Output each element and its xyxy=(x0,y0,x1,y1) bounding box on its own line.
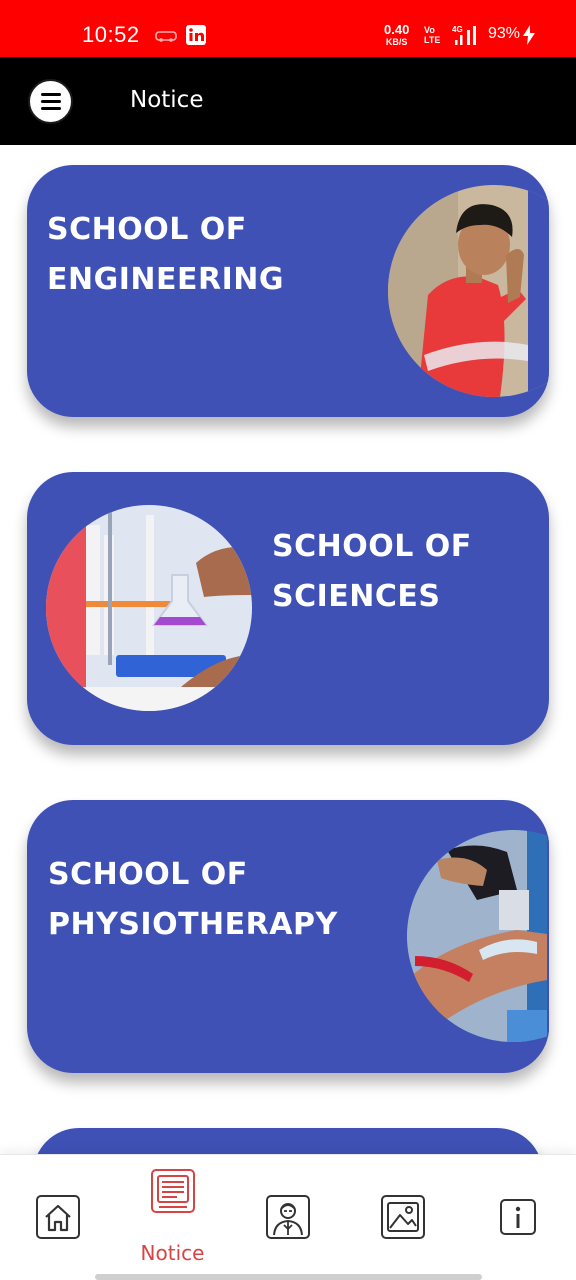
network-type: 4G xyxy=(452,25,463,34)
faculty-icon xyxy=(266,1195,310,1243)
linkedin-icon xyxy=(186,25,206,49)
nav-item-home[interactable] xyxy=(0,1155,115,1280)
network-speed: 0.40 KB/S xyxy=(384,22,410,47)
nav-item-info[interactable] xyxy=(460,1155,575,1280)
bottom-navigation: Notice xyxy=(0,1154,576,1280)
physiotherapy-photo xyxy=(407,830,549,1042)
nav-label-notice: Notice xyxy=(140,1241,205,1265)
volte-indicator: Vo LTE xyxy=(424,25,441,45)
status-bar: 10:52 0.40 KB/S Vo LTE 4G 93% xyxy=(0,0,576,57)
nav-item-notice[interactable]: Notice xyxy=(115,1155,230,1280)
home-icon xyxy=(36,1195,80,1243)
charging-icon xyxy=(523,25,535,49)
notice-board-icon xyxy=(151,1169,195,1217)
car-icon xyxy=(155,28,177,47)
school-card-engineering[interactable]: SCHOOL OF ENGINEERING xyxy=(27,165,549,417)
engineering-photo xyxy=(388,185,549,397)
card-title: SCHOOL OF ENGINEERING xyxy=(47,212,284,297)
battery-level: 93% xyxy=(488,25,521,42)
school-card-sciences[interactable]: SCHOOL OF SCIENCES xyxy=(27,472,549,745)
app-bar: Notice xyxy=(0,57,576,145)
signal-icon: 4G xyxy=(452,24,482,50)
nav-item-gallery[interactable] xyxy=(345,1155,460,1280)
nav-item-faculty[interactable] xyxy=(230,1155,345,1280)
status-time: 10:52 xyxy=(82,22,140,47)
info-icon xyxy=(500,1199,536,1239)
sciences-photo xyxy=(46,505,252,711)
gesture-bar xyxy=(95,1274,482,1280)
card-title: SCHOOL OF PHYSIOTHERAPY xyxy=(48,857,338,942)
card-title: SCHOOL OF SCIENCES xyxy=(272,529,472,614)
hamburger-menu-icon[interactable] xyxy=(28,79,73,124)
page-title: Notice xyxy=(130,87,204,113)
gallery-icon xyxy=(381,1195,425,1243)
school-card-physiotherapy[interactable]: SCHOOL OF PHYSIOTHERAPY xyxy=(27,800,549,1073)
